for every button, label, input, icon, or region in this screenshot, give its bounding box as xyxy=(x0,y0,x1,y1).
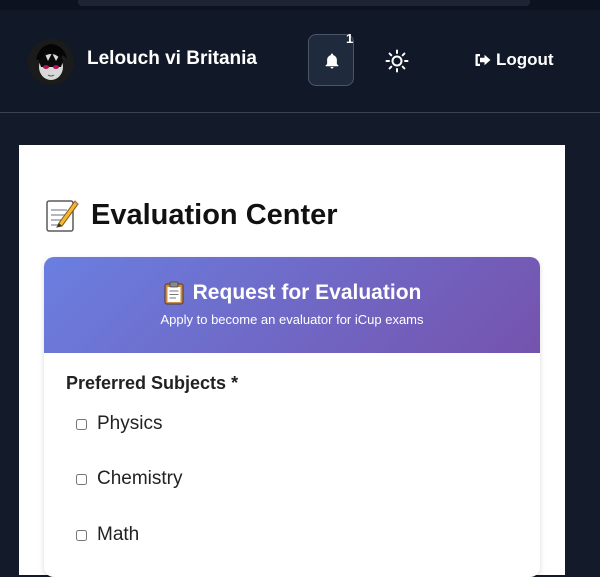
card-subtitle: Apply to become an evaluator for iCup ex… xyxy=(160,312,424,327)
browser-tab-bar xyxy=(78,0,530,6)
subject-label: Physics xyxy=(97,413,163,434)
bell-icon xyxy=(325,53,339,69)
chemistry-checkbox[interactable] xyxy=(76,473,87,485)
logout-button[interactable]: Logout xyxy=(474,50,554,70)
sun-icon xyxy=(385,49,409,73)
notification-count-badge: 1 xyxy=(346,31,354,46)
evaluation-request-card: Request for Evaluation Apply to become a… xyxy=(44,257,540,577)
clipboard-icon xyxy=(164,281,184,305)
math-checkbox[interactable] xyxy=(76,529,87,541)
memo-icon xyxy=(46,200,79,232)
card-title: Request for Evaluation xyxy=(44,257,540,305)
preferred-subjects-label: Preferred Subjects * xyxy=(66,373,239,393)
subject-label: Math xyxy=(97,524,140,545)
avatar-icon[interactable] xyxy=(28,39,74,85)
subject-label: Chemistry xyxy=(97,468,183,489)
username: Lelouch vi Britania xyxy=(87,48,257,69)
logout-label: Logout xyxy=(496,50,554,69)
theme-toggle-button[interactable] xyxy=(385,49,409,73)
page-title-text: Evaluation Center xyxy=(91,198,338,231)
main-content: Evaluation Center Request for Evaluation… xyxy=(19,145,565,577)
page-title: Evaluation Center xyxy=(45,197,338,233)
card-title-text: Request for Evaluation xyxy=(192,281,422,304)
sign-out-icon xyxy=(475,54,491,66)
subject-option-chemistry[interactable]: Chemistry xyxy=(76,468,183,490)
physics-checkbox[interactable] xyxy=(76,418,87,430)
app-header: Lelouch vi Britania 1 Logout xyxy=(0,10,600,113)
subject-option-physics[interactable]: Physics xyxy=(76,413,162,435)
card-header: Request for Evaluation Apply to become a… xyxy=(44,257,540,353)
subject-option-math[interactable]: Math xyxy=(76,524,139,546)
browser-top-strip xyxy=(0,0,600,10)
